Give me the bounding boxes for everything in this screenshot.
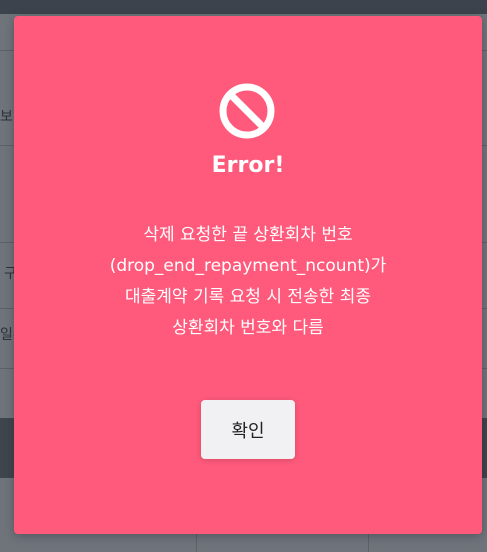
message-line: 상환회차 번호와 다름 [172,318,324,338]
message-line: 삭제 요청한 끝 상환회차 번호 [143,225,353,245]
confirm-button[interactable]: 확인 [201,400,295,459]
dialog-title: Error! [211,153,285,178]
ban-icon [218,82,276,140]
message-line: 대출계약 기록 요청 시 전송한 최종 [125,287,371,307]
error-dialog: Error! 삭제 요청한 끝 상환회차 번호 (drop_end_repaym… [14,16,482,534]
message-line: (drop_end_repayment_ncount)가 [109,256,387,276]
dialog-message: 삭제 요청한 끝 상환회차 번호 (drop_end_repayment_nco… [48,220,448,344]
top-bar [0,0,487,14]
table-cell-label: 보 [0,109,13,125]
